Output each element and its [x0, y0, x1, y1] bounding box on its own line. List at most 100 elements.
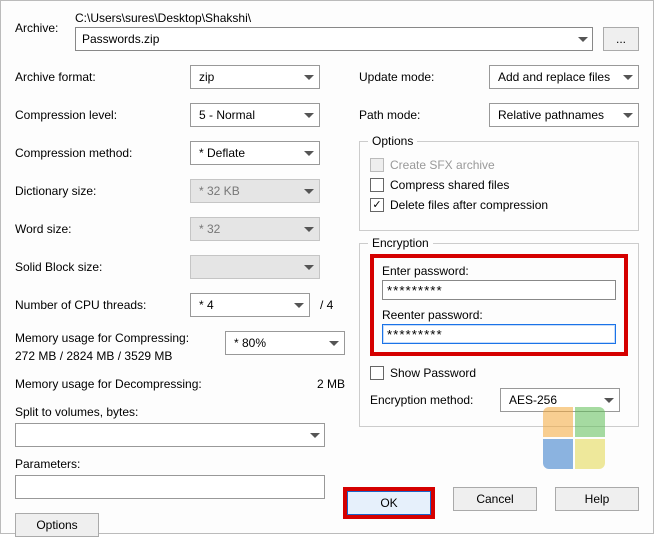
dialog-button-row: OK Cancel Help	[343, 487, 639, 519]
mem-compress-combo[interactable]: * 80%	[225, 331, 345, 355]
mem-compress-label: Memory usage for Compressing:	[15, 331, 225, 345]
archive-file-value: Passwords.zip	[82, 32, 159, 46]
archive-format-label: Archive format:	[15, 70, 190, 84]
compress-shared-row[interactable]: Compress shared files	[370, 178, 628, 192]
delete-after-label: Delete files after compression	[390, 198, 548, 212]
word-size-row: Word size: * 32	[15, 217, 345, 241]
solid-block-size-label: Solid Block size:	[15, 260, 190, 274]
mem-decompress-value: 2 MB	[255, 377, 345, 391]
mem-decompress-label: Memory usage for Decompressing:	[15, 377, 255, 391]
path-mode-value: Relative pathnames	[498, 108, 604, 122]
cpu-threads-value: * 4	[199, 298, 214, 312]
archive-format-row: Archive format: zip	[15, 65, 345, 89]
compression-level-combo[interactable]: 5 - Normal	[190, 103, 320, 127]
compression-method-combo[interactable]: * Deflate	[190, 141, 320, 165]
enter-password-label: Enter password:	[382, 264, 616, 278]
enter-password-input[interactable]	[382, 280, 616, 300]
mem-compress-row: Memory usage for Compressing: 272 MB / 2…	[15, 331, 345, 363]
update-mode-value: Add and replace files	[498, 70, 610, 84]
cpu-threads-max: / 4	[320, 298, 333, 312]
options-button[interactable]: Options	[15, 513, 99, 537]
chevron-down-icon	[304, 189, 314, 194]
help-button[interactable]: Help	[555, 487, 639, 511]
chevron-down-icon	[304, 113, 314, 118]
sfx-label: Create SFX archive	[390, 158, 495, 172]
show-password-row[interactable]: Show Password	[370, 366, 628, 380]
solid-block-size-row: Solid Block size:	[15, 255, 345, 279]
chevron-down-icon	[578, 37, 588, 42]
cpu-threads-combo[interactable]: * 4	[190, 293, 310, 317]
chevron-down-icon	[304, 75, 314, 80]
archive-row: Archive: C:\Users\sures\Desktop\Shakshi\…	[15, 11, 639, 51]
archive-input-wrap: C:\Users\sures\Desktop\Shakshi\ Password…	[75, 11, 593, 51]
dictionary-size-combo: * 32 KB	[190, 179, 320, 203]
chevron-down-icon	[304, 265, 314, 270]
encryption-highlight-box: Enter password: Reenter password:	[370, 254, 628, 356]
reenter-password-input[interactable]	[382, 324, 616, 344]
chevron-down-icon	[304, 151, 314, 156]
mem-decompress-row: Memory usage for Decompressing: 2 MB	[15, 377, 345, 391]
archive-format-value: zip	[199, 70, 214, 84]
dictionary-size-value: * 32 KB	[199, 184, 240, 198]
chevron-down-icon	[310, 433, 320, 438]
reenter-password-label: Reenter password:	[382, 308, 616, 322]
options-legend: Options	[368, 134, 417, 148]
ok-highlight-box: OK	[343, 487, 435, 519]
update-mode-label: Update mode:	[359, 70, 489, 84]
archive-file-combo[interactable]: Passwords.zip	[75, 27, 593, 51]
path-mode-label: Path mode:	[359, 108, 489, 122]
encryption-method-value: AES-256	[509, 393, 557, 407]
dictionary-size-label: Dictionary size:	[15, 184, 190, 198]
add-to-archive-dialog: Archive: C:\Users\sures\Desktop\Shakshi\…	[0, 0, 654, 534]
browse-button[interactable]: ...	[603, 27, 639, 51]
cpu-threads-row: Number of CPU threads: * 4 / 4	[15, 293, 345, 317]
delete-after-checkbox[interactable]: ✓	[370, 198, 384, 212]
compress-shared-label: Compress shared files	[390, 178, 509, 192]
chevron-down-icon	[329, 341, 339, 346]
chevron-down-icon	[623, 75, 633, 80]
compression-level-row: Compression level: 5 - Normal	[15, 103, 345, 127]
solid-block-size-combo	[190, 255, 320, 279]
chevron-down-icon	[604, 398, 614, 403]
sfx-checkbox	[370, 158, 384, 172]
compression-level-value: 5 - Normal	[199, 108, 255, 122]
compression-method-value: * Deflate	[199, 146, 245, 160]
encryption-fieldset: Encryption Enter password: Reenter passw…	[359, 243, 639, 427]
check-icon: ✓	[372, 200, 381, 211]
left-column: Archive format: zip Compression level: 5…	[15, 65, 345, 537]
cancel-button[interactable]: Cancel	[453, 487, 537, 511]
compression-method-row: Compression method: * Deflate	[15, 141, 345, 165]
chevron-down-icon	[294, 303, 304, 308]
encryption-legend: Encryption	[368, 236, 433, 250]
compress-shared-checkbox[interactable]	[370, 178, 384, 192]
compression-method-label: Compression method:	[15, 146, 190, 160]
encryption-method-label: Encryption method:	[370, 393, 500, 407]
delete-after-row[interactable]: ✓ Delete files after compression	[370, 198, 628, 212]
word-size-label: Word size:	[15, 222, 190, 236]
watermark-logo	[543, 407, 605, 469]
archive-label: Archive:	[15, 11, 65, 35]
archive-path-text: C:\Users\sures\Desktop\Shakshi\	[75, 11, 593, 25]
show-password-checkbox[interactable]	[370, 366, 384, 380]
chevron-down-icon	[304, 227, 314, 232]
dictionary-size-row: Dictionary size: * 32 KB	[15, 179, 345, 203]
mem-compress-detail: 272 MB / 2824 MB / 3529 MB	[15, 349, 225, 363]
update-mode-combo[interactable]: Add and replace files	[489, 65, 639, 89]
path-mode-combo[interactable]: Relative pathnames	[489, 103, 639, 127]
parameters-input[interactable]	[15, 475, 325, 499]
update-mode-row: Update mode: Add and replace files	[359, 65, 639, 89]
ok-button[interactable]: OK	[347, 491, 431, 515]
word-size-value: * 32	[199, 222, 220, 236]
chevron-down-icon	[623, 113, 633, 118]
word-size-combo: * 32	[190, 217, 320, 241]
split-volumes-combo[interactable]	[15, 423, 325, 447]
show-password-label: Show Password	[390, 366, 476, 380]
parameters-label: Parameters:	[15, 457, 345, 471]
split-label: Split to volumes, bytes:	[15, 405, 345, 419]
archive-format-combo[interactable]: zip	[190, 65, 320, 89]
path-mode-row: Path mode: Relative pathnames	[359, 103, 639, 127]
options-fieldset: Options Create SFX archive Compress shar…	[359, 141, 639, 231]
cpu-threads-label: Number of CPU threads:	[15, 298, 190, 312]
sfx-row: Create SFX archive	[370, 158, 628, 172]
compression-level-label: Compression level:	[15, 108, 190, 122]
